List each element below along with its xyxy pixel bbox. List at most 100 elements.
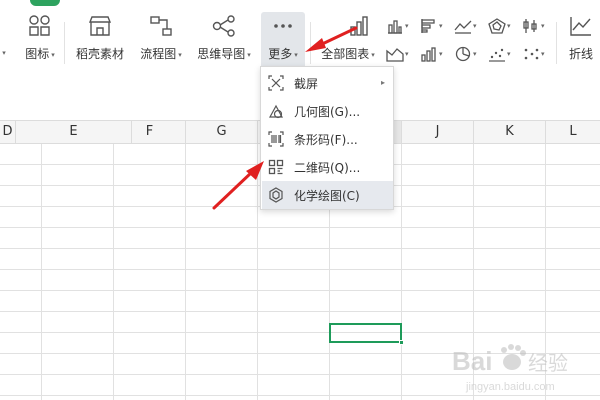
submenu-arrow-icon: ▸: [380, 78, 385, 87]
column-chart-button[interactable]: ▾: [386, 16, 414, 36]
all-charts-label: 全部图表: [321, 47, 370, 61]
flowchart-label: 流程图: [140, 47, 177, 61]
more-label: 更多: [268, 47, 293, 61]
menu-item-label: 截屏: [294, 76, 319, 91]
menu-item-screenshot[interactable]: 截屏 ▸: [262, 69, 393, 97]
menu-item-label: 二维码(Q)...: [294, 160, 361, 175]
bar-chart-horizontal-button[interactable]: ▾: [420, 16, 448, 36]
line-chart-icon: [454, 20, 472, 34]
icon-library-label: 图标: [25, 47, 50, 61]
grid-line: [0, 269, 600, 270]
grid-line: [0, 227, 600, 228]
column-header-d[interactable]: D: [0, 121, 16, 143]
selected-cell[interactable]: [329, 323, 404, 345]
stock-chart-button[interactable]: ▾: [522, 16, 550, 36]
caret-icon: ▾: [541, 22, 545, 30]
divider: [64, 22, 65, 64]
watermark-url: jingyan.baidu.com: [465, 381, 555, 393]
column-header-f[interactable]: F: [114, 121, 186, 143]
scatter-chart-button[interactable]: ▾: [488, 44, 516, 64]
radar-chart-button[interactable]: ▾: [488, 16, 516, 36]
caret-icon: ▾: [439, 22, 443, 30]
more-dropdown-menu: 截屏 ▸ 几何图(G)... 条形码(F)... 二维码(Q)... 化学绘图(…: [260, 66, 394, 210]
screenshot-icon: [268, 75, 284, 91]
green-badge: [30, 0, 60, 6]
grid-line: [113, 144, 114, 400]
icon-library-icon: [26, 12, 54, 40]
scatter-chart-icon: [489, 48, 505, 62]
menu-item-qrcode[interactable]: 二维码(Q)...: [262, 153, 393, 181]
caret-icon: ▾: [405, 50, 409, 58]
more-dots-icon: [269, 12, 297, 40]
column-header-k[interactable]: K: [474, 121, 546, 143]
mindmap-icon: [210, 12, 238, 40]
caret-icon: ▾: [473, 22, 477, 30]
menu-item-barcode[interactable]: 条形码(F)...: [262, 125, 393, 153]
dot-chart-button[interactable]: ▾: [522, 44, 550, 64]
docer-assets-button[interactable]: 稻壳素材: [72, 12, 128, 70]
column-header-j[interactable]: J: [402, 121, 474, 143]
mindmap-button[interactable]: 思维导图 ▾: [192, 12, 256, 70]
area-chart-button[interactable]: ▾: [386, 44, 414, 64]
mindmap-label: 思维导图: [197, 47, 246, 61]
menu-item-geometry[interactable]: 几何图(G)...: [262, 97, 393, 125]
caret-icon: ▾: [405, 22, 409, 30]
pie-chart-icon: [455, 46, 471, 62]
grid-line: [0, 248, 600, 249]
caret-icon: ▾: [294, 50, 298, 59]
caret-icon: ▾: [473, 50, 477, 58]
watermark-jingyan-text: 经验: [528, 351, 568, 375]
docer-assets-label: 稻壳素材: [75, 47, 124, 61]
column-chart-icon: [388, 20, 402, 34]
menu-item-label: 化学绘图(C): [294, 188, 360, 203]
caret-icon: ▾: [507, 50, 511, 58]
line-chart-large-icon: [567, 12, 595, 40]
line-chart-button[interactable]: 折线: [562, 12, 600, 70]
caret-icon: ▾: [2, 48, 6, 57]
grid-line: [0, 311, 600, 312]
line-chart-mini-button[interactable]: ▾: [454, 16, 482, 36]
chemistry-icon: [268, 187, 284, 203]
more-button[interactable]: 更多 ▾: [261, 12, 305, 70]
radar-chart-icon: [488, 18, 506, 34]
icon-library-button[interactable]: 图标 ▾: [16, 12, 64, 70]
line-chart-label: 折线: [568, 47, 593, 61]
watermark-bai-text: Bai: [452, 346, 492, 376]
all-charts-button[interactable]: 全部图表 ▾: [318, 12, 378, 70]
grid-line: [41, 144, 42, 400]
qrcode-icon: [268, 159, 284, 175]
horizontal-bar-chart-icon: [421, 19, 435, 33]
grid-line: [0, 332, 600, 333]
grid-line: [0, 290, 600, 291]
area-chart-icon: [386, 48, 404, 62]
menu-item-label: 条形码(F)...: [294, 132, 358, 147]
pie-chart-button[interactable]: ▾: [454, 44, 482, 64]
bar-chart-icon: [345, 12, 373, 40]
top-menu-strip-cropped: [0, 0, 600, 8]
caret-icon: ▾: [541, 50, 545, 58]
caret-icon: ▾: [247, 50, 251, 59]
paw-logo-icon: [501, 344, 526, 370]
grid-line: [185, 144, 186, 400]
grid-line: [401, 144, 402, 400]
geometry-icon: [268, 103, 284, 119]
divider: [556, 22, 557, 64]
combo-chart-button[interactable]: ▾: [420, 44, 448, 64]
barcode-icon: [268, 131, 284, 147]
cut-off-button[interactable]: ▾: [0, 12, 8, 70]
insert-ribbon: ▾ 图标 ▾ 稻壳素材 流程图 ▾ 思维导图 ▾ 更多 ▾ 全部图表 ▾ ▾ ▾…: [0, 8, 600, 70]
grid-line: [257, 144, 258, 400]
caret-icon: ▾: [507, 22, 511, 30]
combo-chart-icon: [421, 47, 436, 62]
flowchart-icon: [147, 12, 175, 40]
column-header-g[interactable]: G: [186, 121, 258, 143]
menu-item-chemistry[interactable]: 化学绘图(C): [262, 181, 393, 209]
caret-icon: ▾: [178, 50, 182, 59]
divider: [310, 22, 311, 64]
column-header-l[interactable]: L: [546, 121, 600, 143]
caret-icon: ▾: [439, 50, 443, 58]
flowchart-button[interactable]: 流程图 ▾: [136, 12, 186, 70]
caret-icon: ▾: [51, 50, 55, 59]
dot-chart-icon: [524, 48, 539, 60]
fill-handle[interactable]: [399, 340, 404, 345]
